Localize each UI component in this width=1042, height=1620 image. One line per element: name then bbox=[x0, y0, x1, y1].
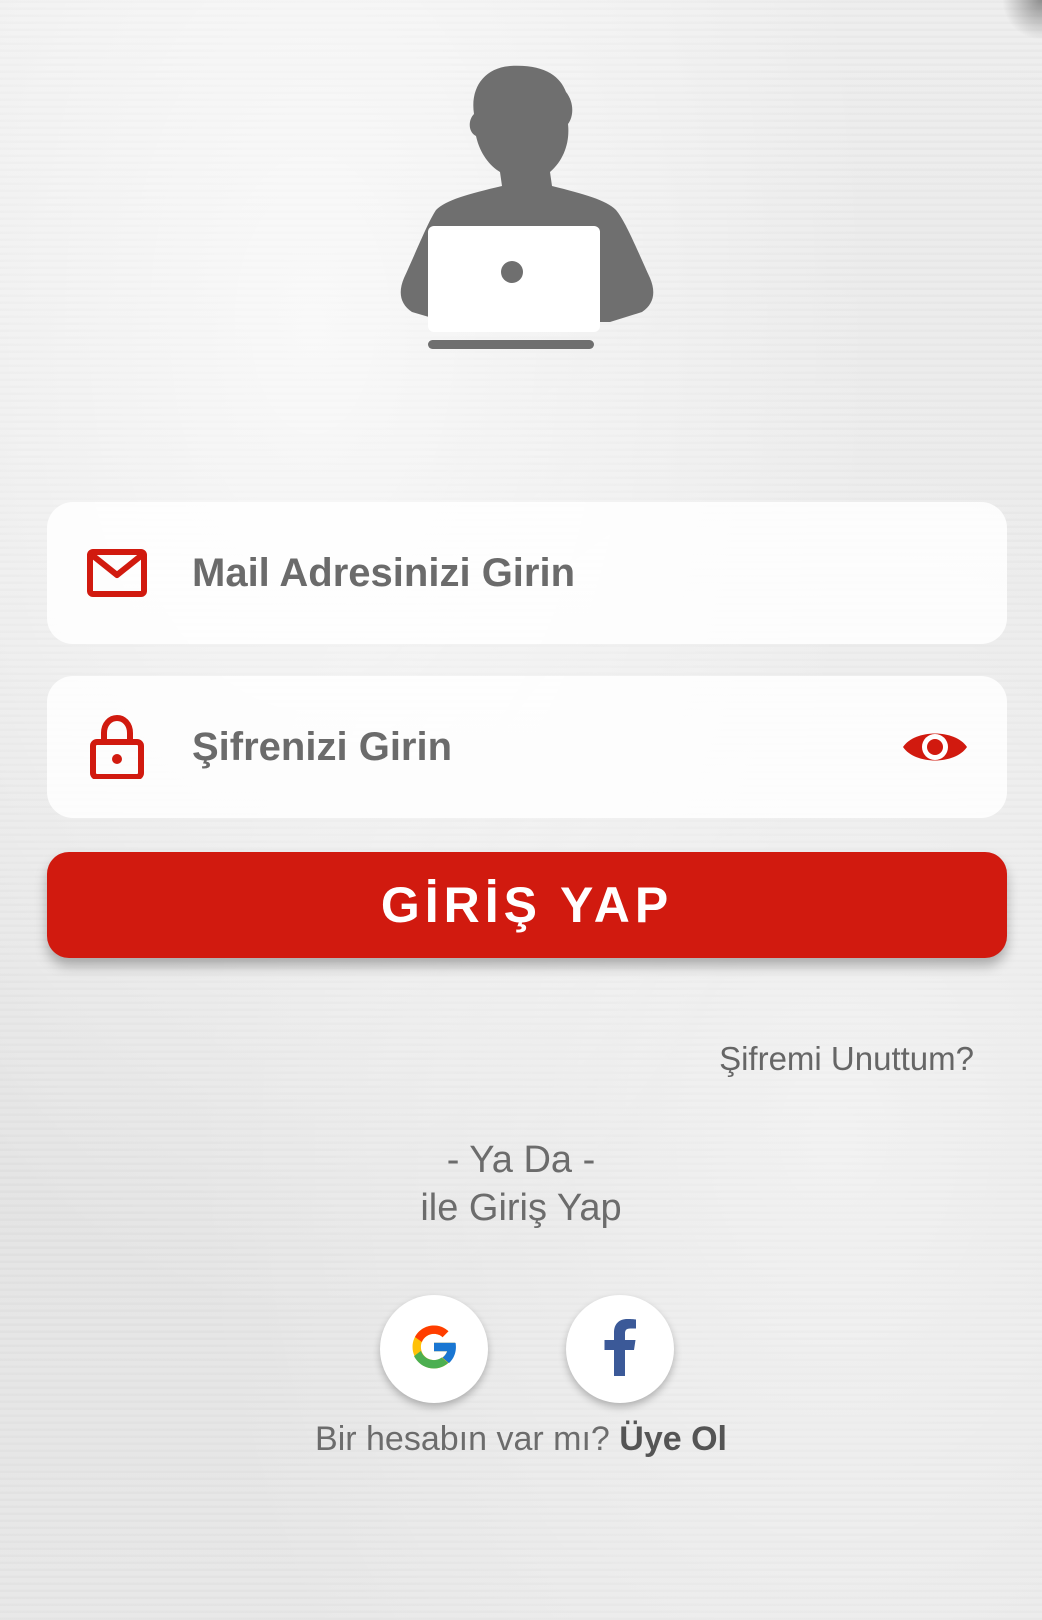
divider-login-with-text: ile Giriş Yap bbox=[420, 1187, 622, 1229]
signup-link[interactable]: Üye Ol bbox=[619, 1420, 727, 1458]
email-input[interactable] bbox=[192, 502, 912, 644]
mail-icon bbox=[87, 502, 147, 644]
person-with-laptop-icon bbox=[398, 62, 658, 364]
facebook-icon bbox=[603, 1318, 637, 1381]
google-login-button[interactable] bbox=[380, 1295, 488, 1403]
lock-icon bbox=[87, 676, 147, 818]
facebook-login-button[interactable] bbox=[566, 1295, 674, 1403]
eye-icon[interactable] bbox=[901, 676, 969, 818]
login-button[interactable]: GİRİŞ YAP bbox=[47, 852, 1007, 958]
email-field-container bbox=[47, 502, 1007, 644]
divider-or-text: - Ya Da - bbox=[446, 1139, 596, 1181]
google-icon bbox=[406, 1319, 462, 1380]
signup-row: Bir hesabın var mı? Üye Ol bbox=[0, 1420, 1042, 1459]
password-input[interactable] bbox=[192, 676, 912, 818]
login-screen: GİRİŞ YAP Şifremi Unuttum? - Ya Da - ile… bbox=[0, 0, 1042, 1620]
signup-prompt: Bir hesabın var mı? bbox=[315, 1420, 610, 1458]
forgot-password-link[interactable]: Şifremi Unuttum? bbox=[719, 1040, 974, 1078]
corner-shadow bbox=[1002, 0, 1042, 40]
password-field-container bbox=[47, 676, 1007, 818]
